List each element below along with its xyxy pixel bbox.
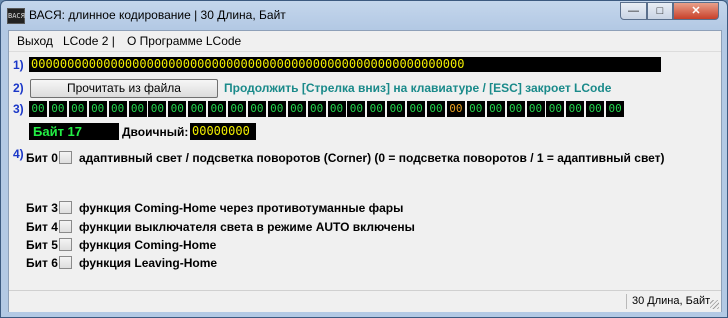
app-icon: ВАСЯ (7, 8, 25, 24)
status-divider (626, 294, 627, 309)
byte-cell[interactable]: 00 (168, 101, 187, 117)
bit-checkbox[interactable] (59, 201, 72, 214)
bit-label: Бит 0 (26, 151, 58, 165)
section-number-4: 4) (13, 147, 24, 161)
byte-cell[interactable]: 00 (267, 101, 286, 117)
byte-cell[interactable]: 00 (486, 101, 505, 117)
byte-cell[interactable]: 00 (108, 101, 127, 117)
client-area: Выход LCode 2 | О Программе LCode 1) 000… (8, 30, 722, 312)
bit-checkbox[interactable] (59, 256, 72, 269)
title-bar[interactable]: ВАСЯ ВАСЯ: длинное кодирование | 30 Длин… (1, 1, 727, 29)
byte-cell[interactable]: 00 (466, 101, 485, 117)
byte-cell[interactable]: 00 (307, 101, 326, 117)
section-number-1: 1) (13, 58, 24, 72)
read-from-file-button[interactable]: Прочитать из файла (30, 79, 218, 98)
app-window: ВАСЯ ВАСЯ: длинное кодирование | 30 Длин… (0, 0, 728, 318)
byte-cell[interactable]: 00 (407, 101, 426, 117)
byte-cell[interactable]: 00 (228, 101, 246, 117)
menu-lcode2[interactable]: LCode 2 | (63, 34, 115, 48)
bit-description: функция Coming-Home через противотуманны… (79, 201, 404, 215)
bit-label: Бит 4 (26, 220, 58, 234)
byte-cell[interactable]: 00 (208, 101, 227, 117)
byte-cell[interactable]: 00 (128, 101, 147, 117)
byte-cell[interactable]: 00 (247, 101, 266, 117)
bit-checkbox[interactable] (59, 220, 72, 233)
byte-cell[interactable]: 00 (287, 101, 306, 117)
byte-cell[interactable]: 00 (347, 101, 366, 117)
byte-cell[interactable]: 00 (427, 101, 445, 117)
maximize-button[interactable]: □ (647, 2, 673, 20)
window-title: ВАСЯ: длинное кодирование | 30 Длина, Ба… (29, 8, 286, 22)
byte-cell[interactable]: 00 (586, 101, 605, 117)
bit-description: функции выключателя света в режиме AUTO … (79, 220, 415, 234)
byte-cell[interactable]: 00 (506, 101, 525, 117)
byte-cell[interactable]: 00 (188, 101, 207, 117)
byte-cell[interactable]: 00 (68, 101, 87, 117)
long-code-field[interactable]: 0000000000000000000000000000000000000000… (29, 57, 661, 72)
byte-cell[interactable]: 00 (526, 101, 545, 117)
bit-label: Бит 3 (26, 201, 58, 215)
byte-cell[interactable]: 00 (367, 101, 386, 117)
section-number-2: 2) (13, 81, 24, 95)
binary-value[interactable]: 00000000 (190, 123, 256, 140)
keyboard-hint: Продолжить [Стрелка вниз] на клавиатуре … (224, 81, 612, 95)
byte-cell[interactable]: 00 (606, 101, 625, 117)
byte-cell[interactable]: 00 (48, 101, 67, 117)
bit-label: Бит 5 (26, 238, 58, 252)
byte-cell[interactable]: 00 (148, 101, 167, 117)
resize-grip-icon[interactable] (710, 300, 719, 309)
section-number-3: 3) (13, 102, 24, 116)
byte-label: Байт 17 (29, 123, 119, 140)
menu-exit[interactable]: Выход (17, 34, 53, 48)
bit-description: адаптивный свет / подсветка поворотов (C… (79, 151, 665, 165)
bit-label: Бит 6 (26, 256, 58, 270)
byte-cell[interactable]: 00 (566, 101, 585, 117)
binary-label: Двоичный: (122, 125, 189, 139)
bit-checkbox[interactable] (59, 151, 72, 164)
byte-cell[interactable]: 00 (88, 101, 107, 117)
byte-cell[interactable]: 00 (446, 101, 465, 117)
menu-bar: Выход LCode 2 | О Программе LCode (9, 31, 721, 52)
minimize-button[interactable]: — (620, 2, 647, 20)
byte-cell[interactable]: 00 (327, 101, 346, 117)
byte-cell[interactable]: 00 (29, 101, 47, 117)
byte-cell[interactable]: 00 (387, 101, 406, 117)
bit-description: функция Leaving-Home (79, 256, 218, 270)
bit-description: функция Coming-Home (79, 238, 217, 252)
status-text: 30 Длина, Байт (632, 295, 711, 307)
close-button[interactable]: ✕ (673, 2, 719, 20)
menu-about[interactable]: О Программе LCode (127, 34, 241, 48)
bit-checkbox[interactable] (59, 238, 72, 251)
status-bar: 30 Длина, Байт (9, 290, 721, 312)
byte-cell[interactable]: 00 (546, 101, 565, 117)
